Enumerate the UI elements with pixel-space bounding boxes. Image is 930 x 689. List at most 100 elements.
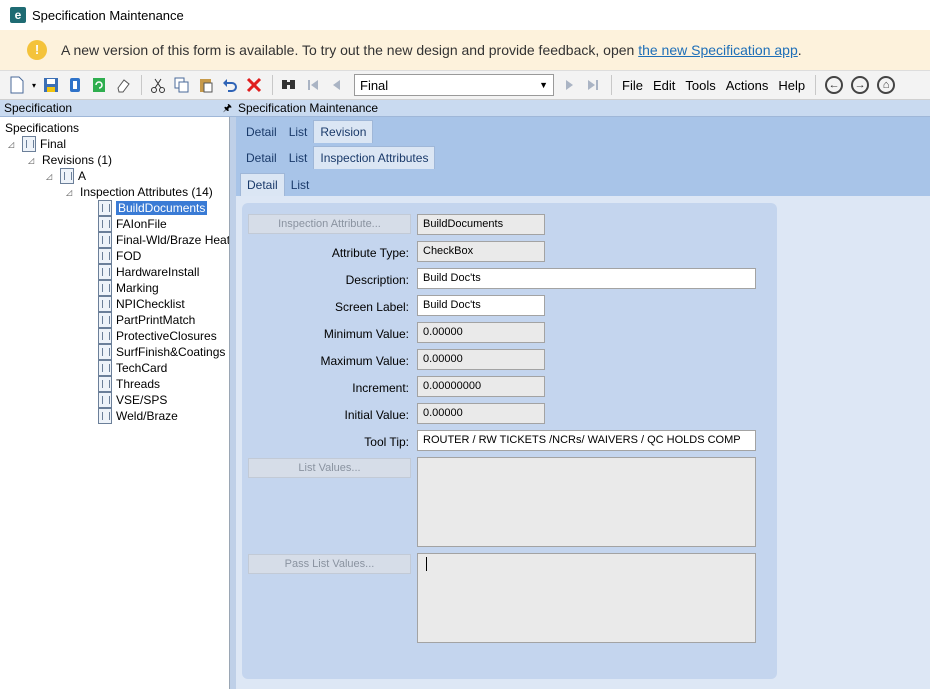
menu-edit[interactable]: Edit — [648, 78, 680, 93]
eraser-icon[interactable] — [112, 74, 134, 96]
attach-icon[interactable] — [64, 74, 86, 96]
tree-item-label: TechCard — [116, 361, 168, 375]
tree-node-revision-a[interactable]: ◿ A — [46, 168, 86, 184]
tree-node-inspection-attributes[interactable]: ◿ Inspection Attributes (14) — [66, 184, 213, 200]
menu-tools[interactable]: Tools — [680, 78, 720, 93]
refresh-icon[interactable] — [88, 74, 110, 96]
tree-item-label: HardwareInstall — [116, 265, 200, 279]
tree-item-label: NPIChecklist — [116, 297, 185, 311]
screen-label-label: Screen Label: — [334, 300, 409, 314]
last-record-icon[interactable] — [582, 74, 604, 96]
tabs-revision: Detail List Revision — [236, 117, 930, 143]
record-combo[interactable]: Final ▼ — [354, 74, 554, 96]
list-values-button[interactable]: List Values... — [248, 458, 411, 478]
expand-icon[interactable]: ◿ — [66, 188, 76, 197]
attribute-icon — [98, 376, 112, 392]
next-record-icon[interactable] — [558, 74, 580, 96]
tool-tip-label: Tool Tip: — [364, 435, 409, 449]
banner-message: A new version of this form is available.… — [61, 42, 802, 58]
toolbar-separator — [815, 75, 817, 95]
home-icon[interactable]: ⌂ — [877, 76, 896, 94]
tree-item-inspection-attribute[interactable]: VSE/SPS — [98, 392, 167, 408]
paste-icon[interactable] — [195, 74, 217, 96]
list-values-area[interactable] — [417, 457, 756, 547]
tab-detail[interactable]: Detail — [240, 147, 283, 169]
find-icon[interactable] — [278, 74, 300, 96]
pin-icon[interactable]: 🖈 — [223, 101, 232, 115]
expand-icon[interactable]: ◿ — [28, 156, 38, 165]
tree-item-inspection-attribute[interactable]: Weld/Braze — [98, 408, 178, 424]
menu-file[interactable]: File — [617, 78, 648, 93]
attribute-icon — [98, 328, 112, 344]
tree-item-inspection-attribute[interactable]: HardwareInstall — [98, 264, 199, 280]
screen-label-field[interactable]: Build Doc'ts — [417, 295, 545, 316]
tree-item-label: FOD — [116, 249, 142, 263]
tree-item-inspection-attribute[interactable]: NPIChecklist — [98, 296, 185, 312]
attribute-icon — [98, 312, 112, 328]
new-version-banner: ! A new version of this form is availabl… — [0, 30, 930, 70]
attribute-icon — [98, 296, 112, 312]
tree-node-specifications[interactable]: Specifications — [5, 120, 79, 136]
tree-item-label: Marking — [116, 281, 159, 295]
app-icon: e — [10, 7, 26, 23]
tree-item-inspection-attribute[interactable]: Threads — [98, 376, 160, 392]
tree-item-inspection-attribute[interactable]: FOD — [98, 248, 141, 264]
tree-item-inspection-attribute[interactable]: FAIonFile — [98, 216, 167, 232]
tree-node-label: Specifications — [5, 121, 80, 135]
attribute-icon — [98, 280, 112, 296]
maximum-value-field[interactable]: 0.00000 — [417, 349, 545, 370]
tree-item-inspection-attribute[interactable]: SurfFinish&Coatings — [98, 344, 225, 360]
tab-revision[interactable]: Revision — [313, 120, 374, 143]
tab-list[interactable]: List — [285, 174, 316, 196]
tree-node-label: Inspection Attributes (14) — [80, 185, 213, 199]
save-icon[interactable] — [40, 74, 62, 96]
tree-item-label: PartPrintMatch — [116, 313, 196, 327]
inspection-attribute-field[interactable]: BuildDocuments — [417, 214, 545, 235]
copy-icon[interactable] — [171, 74, 193, 96]
menu-actions[interactable]: Actions — [721, 78, 774, 93]
tree-item-label: Final-Wld/Braze Heat — [116, 233, 230, 247]
cut-icon[interactable] — [147, 74, 169, 96]
increment-field[interactable]: 0.00000000 — [417, 376, 545, 397]
new-dropdown-icon[interactable]: ▾ — [30, 74, 38, 96]
tab-list[interactable]: List — [283, 147, 314, 169]
pass-list-values-button[interactable]: Pass List Values... — [248, 554, 411, 574]
tree-node-revisions[interactable]: ◿ Revisions (1) — [28, 152, 112, 168]
tree-item-inspection-attribute[interactable]: Final-Wld/Braze Heat — [98, 232, 230, 248]
back-icon[interactable]: ← — [825, 76, 844, 94]
minimum-value-field[interactable]: 0.00000 — [417, 322, 545, 343]
maintenance-panel-header: Specification Maintenance — [236, 100, 930, 117]
new-spec-app-link[interactable]: the new Specification app — [638, 42, 798, 58]
pass-list-values-area[interactable] — [417, 553, 756, 643]
tab-detail[interactable]: Detail — [240, 173, 285, 196]
specification-panel-header: Specification 🖈 — [0, 100, 236, 117]
undo-icon[interactable] — [219, 74, 241, 96]
tab-inspection-attributes[interactable]: Inspection Attributes — [313, 146, 436, 169]
tree-item-inspection-attribute[interactable]: PartPrintMatch — [98, 312, 195, 328]
menu-help[interactable]: Help — [773, 78, 810, 93]
tool-tip-field[interactable]: ROUTER / RW TICKETS /NCRs/ WAIVERS / QC … — [417, 430, 756, 451]
description-field[interactable]: Build Doc'ts — [417, 268, 756, 289]
initial-value-field[interactable]: 0.00000 — [417, 403, 545, 424]
attribute-type-field[interactable]: CheckBox — [417, 241, 545, 262]
chevron-down-icon[interactable]: ▼ — [539, 80, 548, 90]
delete-icon[interactable] — [243, 74, 265, 96]
new-icon[interactable] — [6, 74, 28, 96]
warning-icon: ! — [27, 40, 47, 60]
expand-icon[interactable]: ◿ — [8, 140, 18, 149]
inspection-attribute-button[interactable]: Inspection Attribute... — [248, 214, 411, 234]
expand-icon[interactable]: ◿ — [46, 172, 56, 181]
prev-record-icon[interactable] — [326, 74, 348, 96]
attribute-icon — [98, 248, 112, 264]
tree-item-inspection-attribute[interactable]: ProtectiveClosures — [98, 328, 217, 344]
forward-icon[interactable]: → — [851, 76, 870, 94]
tab-list[interactable]: List — [283, 121, 314, 143]
text-caret — [426, 557, 427, 571]
first-record-icon[interactable] — [302, 74, 324, 96]
tree-item-inspection-attribute[interactable]: BuildDocuments — [98, 200, 208, 216]
tab-detail[interactable]: Detail — [240, 121, 283, 143]
tree-item-inspection-attribute[interactable]: TechCard — [98, 360, 167, 376]
toolbar-separator — [611, 75, 612, 95]
tree-item-inspection-attribute[interactable]: Marking — [98, 280, 159, 296]
tree-node-final[interactable]: ◿ Final — [8, 136, 66, 152]
